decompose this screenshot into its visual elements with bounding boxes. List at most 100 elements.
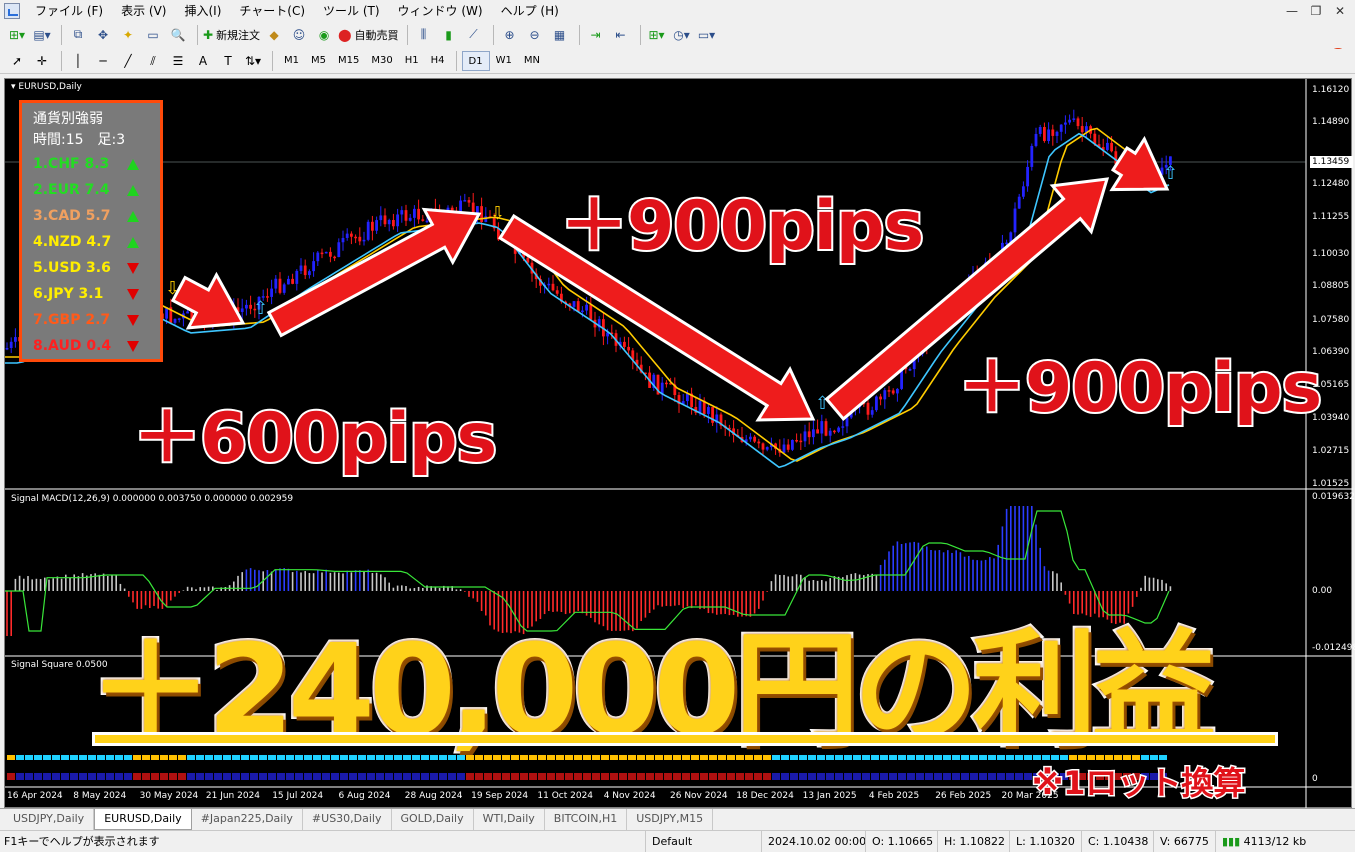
bar-chart-icon[interactable]: ⫼ [413,25,435,45]
tab-eurusd-daily[interactable]: EURUSD,Daily [94,809,192,830]
strength-row-label: 3.CAD 5.7 [33,208,111,224]
buy-signal-icon: ⇧ [1163,163,1178,184]
horizontal-line-icon[interactable]: ─ [92,51,114,71]
line-chart-icon[interactable]: ⟋ [463,25,485,45]
navigator-icon[interactable]: ✦ [117,25,139,45]
square-signal-cell [16,755,24,760]
candle-body [287,278,290,285]
mt4-window: ファイル (F) 表示 (V) 挿入(I) チャート(C) ツール (T) ウィ… [0,0,1355,852]
candle-body [1110,142,1113,152]
candle-body [299,265,303,271]
menu-view[interactable]: 表示 (V) [112,0,175,22]
fibonacci-icon[interactable]: ☰ [167,51,189,71]
zoom-in-icon[interactable]: ⊕ [499,25,521,45]
minimize-icon[interactable]: — [1283,2,1301,20]
square-trend-cell [322,773,330,780]
tester-icon[interactable]: 🔍 [167,25,189,45]
vertical-line-icon[interactable]: │ [67,51,89,71]
tab-gold-daily[interactable]: GOLD,Daily [392,809,474,830]
channel-icon[interactable]: ⫽ [142,51,164,71]
text-icon[interactable]: A [192,51,214,71]
menu-chart[interactable]: チャート(C) [230,0,314,22]
candle-body [14,337,17,342]
menu-file[interactable]: ファイル (F) [26,0,112,22]
trend-arrow-icon [170,271,246,330]
timeframe-d1[interactable]: D1 [461,51,490,71]
candle-body [1030,145,1034,167]
candle-body [337,242,341,258]
date-tick-label: 19 Sep 2024 [471,791,529,801]
arrows-icon[interactable]: ⇅▾ [242,51,264,71]
timeframe-mn[interactable]: MN [518,51,546,71]
timeframe-m15[interactable]: M15 [332,51,365,71]
candle-body [812,429,815,438]
tab-bitcoin-h1[interactable]: BITCOIN,H1 [545,809,628,830]
menu-insert[interactable]: 挿入(I) [175,0,230,22]
square-trend-cell [862,773,870,780]
square-trend-cell [736,773,744,780]
timeframe-h1[interactable]: H1 [399,51,425,71]
auto-trade-button[interactable]: ⬤ 自動売買 [338,25,398,45]
chart-shift-icon[interactable]: ⇤ [610,25,632,45]
profiles-icon[interactable]: ▤▾ [31,25,53,45]
timeframe-m5[interactable]: M5 [305,51,332,71]
square-signal-cell [52,755,60,760]
candle-body [1047,129,1050,142]
square-trend-cell [835,773,843,780]
autoscroll-icon[interactable]: ⇥ [585,25,607,45]
timeframe-m30[interactable]: M30 [365,51,398,71]
periods-icon[interactable]: ◷▾ [671,25,693,45]
candle-body [1026,166,1029,187]
tab-us30-daily[interactable]: #US30,Daily [303,809,392,830]
chart-tabs: USDJPY,Daily EURUSD,Daily #Japan225,Dail… [0,808,1355,830]
square-trend-cell [178,773,186,780]
data-window-icon[interactable]: ✥ [92,25,114,45]
zoom-out-icon[interactable]: ⊖ [524,25,546,45]
timeframe-m1[interactable]: M1 [278,51,305,71]
metaeditor-icon[interactable]: ◆ [263,25,285,45]
timeframe-w1[interactable]: W1 [490,51,518,71]
square-trend-cell [628,773,636,780]
new-order-button[interactable]: ✚ 新規注文 [203,25,260,45]
close-icon[interactable]: ✕ [1331,2,1349,20]
templates-icon[interactable]: ▭▾ [696,25,718,45]
dropdown-arrow-icon[interactable]: ▾ [11,82,16,92]
trendline-icon[interactable]: ╱ [117,51,139,71]
candle-chart-icon[interactable]: ▮ [438,25,460,45]
toolbar-divider [639,24,641,45]
tile-windows-icon[interactable]: ▦ [549,25,571,45]
market-watch-icon[interactable]: ⧉ [67,25,89,45]
tab-wti-daily[interactable]: WTI,Daily [474,809,545,830]
restore-icon[interactable]: ❐ [1307,2,1325,20]
strength-row-label: 8.AUD 0.4 [33,338,112,354]
square-trend-cell [511,773,519,780]
square-trend-cell [52,773,60,780]
strength-row: 3.CAD 5.7 [33,203,160,229]
profit-underline [92,732,1278,746]
square-trend-cell [106,773,114,780]
traffic-value: 4113/12 kb [1243,834,1307,848]
square-trend-cell [241,773,249,780]
menu-tools[interactable]: ツール (T) [314,0,389,22]
timeframe-h4[interactable]: H4 [425,51,451,71]
terminal-icon[interactable]: ▭ [142,25,164,45]
crosshair-icon[interactable]: ✛ [31,51,53,71]
menu-help[interactable]: ヘルプ (H) [492,0,568,22]
cursor-icon[interactable]: ➚ [6,51,28,71]
square-trend-cell [7,773,15,780]
arrow-shape [170,271,246,330]
square-trend-cell [295,773,303,780]
candle-body [249,304,252,309]
indicators-icon[interactable]: ⊞▾ [646,25,668,45]
tab-japan225-daily[interactable]: #Japan225,Daily [192,809,303,830]
macd-min-label: -0.012498 [1312,643,1355,653]
menu-window[interactable]: ウィンドウ (W) [389,0,492,22]
tab-usdjpy-daily[interactable]: USDJPY,Daily [4,809,95,830]
text-label-icon[interactable]: T [217,51,239,71]
new-chart-icon[interactable]: ⊞▾ [6,25,28,45]
tab-usdjpy-m15[interactable]: USDJPY,M15 [627,809,714,830]
signals-icon[interactable]: ◉ [313,25,335,45]
candle-body [896,388,899,394]
community-icon[interactable]: ☺ [288,25,310,45]
candle-body [324,251,328,254]
